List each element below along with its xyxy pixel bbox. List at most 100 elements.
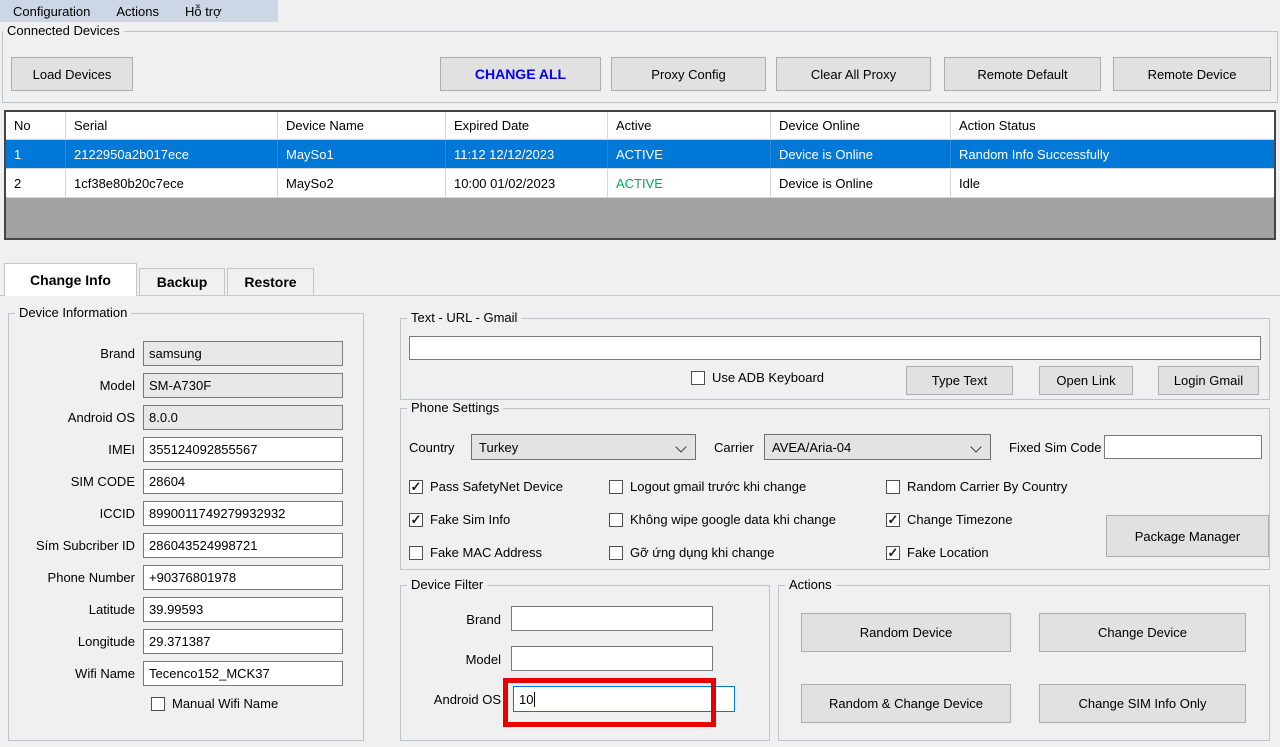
change-device-button[interactable]: Change Device — [1039, 613, 1246, 652]
iccid-input[interactable]: 8990011749279932932 — [143, 501, 343, 526]
header-cell-serial[interactable]: Serial — [66, 112, 278, 139]
latitude-input[interactable]: 39.99593 — [143, 597, 343, 622]
country-select-value: Turkey — [479, 440, 518, 455]
filter-android-os-value: 10 — [519, 692, 533, 707]
text-url-gmail-group-label: Text - URL - Gmail — [407, 310, 521, 325]
open-link-button[interactable]: Open Link — [1039, 366, 1133, 395]
tab-backup[interactable]: Backup — [139, 268, 225, 295]
login-gmail-button[interactable]: Login Gmail — [1158, 366, 1259, 395]
fake-location-checkbox[interactable]: Fake Location — [886, 545, 989, 560]
header-cell-no[interactable]: No — [6, 112, 66, 139]
clear-all-proxy-button[interactable]: Clear All Proxy — [776, 57, 931, 91]
khong-wipe-google-data-checkbox[interactable]: Không wipe google data khi change — [609, 512, 836, 527]
model-input[interactable]: SM-A730F — [143, 373, 343, 398]
fake-mac-address-checkbox-box — [409, 546, 423, 560]
table-header: No Serial Device Name Expired Date Activ… — [6, 112, 1274, 140]
remote-device-button[interactable]: Remote Device — [1113, 57, 1271, 91]
wifi-name-input[interactable]: Tecenco152_MCK37 — [143, 661, 343, 686]
pass-safetynet-checkbox-label: Pass SafetyNet Device — [430, 479, 563, 494]
cell-device-name: MaySo1 — [278, 140, 446, 168]
phone-number-input[interactable]: +90376801978 — [143, 565, 343, 590]
pass-safetynet-checkbox-box — [409, 480, 423, 494]
go-ung-dung-checkbox[interactable]: Gỡ ứng dụng khi change — [609, 545, 774, 560]
menu-item-ho-tro[interactable]: Hỗ trợ — [172, 0, 235, 22]
imei-input[interactable]: 355124092855567 — [143, 437, 343, 462]
brand-label: Brand — [15, 346, 143, 361]
fixed-sim-code-label: Fixed Sim Code — [1009, 440, 1101, 455]
carrier-select-value: AVEA/Aria-04 — [772, 440, 851, 455]
text-url-input[interactable] — [409, 336, 1261, 360]
fake-location-checkbox-box — [886, 546, 900, 560]
field-row-sim-code: SIM CODE 28604 — [15, 469, 343, 494]
chevron-down-icon — [675, 441, 686, 452]
phone-number-label: Phone Number — [15, 570, 143, 585]
filter-model-input[interactable] — [511, 646, 713, 671]
proxy-config-button[interactable]: Proxy Config — [611, 57, 766, 91]
khong-wipe-google-data-checkbox-label: Không wipe google data khi change — [630, 512, 836, 527]
cell-no: 1 — [6, 140, 66, 168]
manual-wifi-checkbox-box — [151, 697, 165, 711]
header-cell-device-online[interactable]: Device Online — [771, 112, 951, 139]
random-change-device-button[interactable]: Random & Change Device — [801, 684, 1011, 723]
tab-restore[interactable]: Restore — [227, 268, 314, 295]
fake-sim-info-checkbox[interactable]: Fake Sim Info — [409, 512, 510, 527]
model-label: Model — [15, 378, 143, 393]
longitude-input[interactable]: 29.371387 — [143, 629, 343, 654]
logout-gmail-checkbox[interactable]: Logout gmail trước khi change — [609, 479, 806, 494]
connected-devices-group-label: Connected Devices — [3, 23, 124, 38]
tabstrip-divider — [0, 295, 1280, 296]
carrier-select[interactable]: AVEA/Aria-04 — [764, 434, 991, 460]
field-row-longitude: Longitude 29.371387 — [15, 629, 343, 654]
brand-input[interactable]: samsung — [143, 341, 343, 366]
random-device-button[interactable]: Random Device — [801, 613, 1011, 652]
change-sim-info-only-button[interactable]: Change SIM Info Only — [1039, 684, 1246, 723]
remote-default-button[interactable]: Remote Default — [944, 57, 1101, 91]
table-empty-area — [6, 198, 1274, 238]
header-cell-device-name[interactable]: Device Name — [278, 112, 446, 139]
field-row-sim-subscriber: Sím Subcriber ID 286043524998721 — [15, 533, 343, 558]
cell-device-online: Device is Online — [771, 140, 951, 168]
menu-item-actions[interactable]: Actions — [103, 0, 172, 22]
filter-brand-label: Brand — [421, 612, 501, 627]
cell-active: ACTIVE — [608, 140, 771, 168]
random-carrier-checkbox[interactable]: Random Carrier By Country — [886, 479, 1067, 494]
country-label: Country — [409, 440, 455, 455]
header-cell-expired-date[interactable]: Expired Date — [446, 112, 608, 139]
pass-safetynet-checkbox[interactable]: Pass SafetyNet Device — [409, 479, 563, 494]
device-filter-group: Device Filter Brand Model Android OS 10 — [400, 585, 770, 741]
fake-location-checkbox-label: Fake Location — [907, 545, 989, 560]
device-information-group-label: Device Information — [15, 305, 131, 320]
cell-active: ACTIVE — [608, 169, 771, 197]
text-caret — [534, 692, 535, 707]
sim-subscriber-input[interactable]: 286043524998721 — [143, 533, 343, 558]
field-row-model: Model SM-A730F — [15, 373, 343, 398]
type-text-button[interactable]: Type Text — [906, 366, 1013, 395]
device-filter-group-label: Device Filter — [407, 577, 487, 592]
random-carrier-checkbox-label: Random Carrier By Country — [907, 479, 1067, 494]
fixed-sim-code-input[interactable] — [1104, 435, 1262, 459]
filter-brand-input[interactable] — [511, 606, 713, 631]
fake-mac-address-checkbox[interactable]: Fake MAC Address — [409, 545, 542, 560]
country-select[interactable]: Turkey — [471, 434, 696, 460]
header-cell-active[interactable]: Active — [608, 112, 771, 139]
header-cell-action-status[interactable]: Action Status — [951, 112, 1274, 139]
sim-code-input[interactable]: 28604 — [143, 469, 343, 494]
change-all-button[interactable]: CHANGE ALL — [440, 57, 601, 91]
connected-devices-group: Connected Devices Load Devices CHANGE AL… — [2, 31, 1278, 103]
tab-change-info[interactable]: Change Info — [4, 263, 137, 296]
change-timezone-checkbox[interactable]: Change Timezone — [886, 512, 1013, 527]
device-row-2[interactable]: 2 1cf38e80b20c7ece MaySo2 10:00 01/02/20… — [6, 169, 1274, 198]
load-devices-button[interactable]: Load Devices — [11, 57, 133, 91]
fake-mac-address-checkbox-label: Fake MAC Address — [430, 545, 542, 560]
device-row-1[interactable]: 1 2122950a2b017ece MaySo1 11:12 12/12/20… — [6, 140, 1274, 169]
sim-code-label: SIM CODE — [15, 474, 143, 489]
android-os-input[interactable]: 8.0.0 — [143, 405, 343, 430]
fake-sim-info-checkbox-box — [409, 513, 423, 527]
menu-item-configuration[interactable]: Configuration — [0, 0, 103, 22]
cell-expired-date: 11:12 12/12/2023 — [446, 140, 608, 168]
package-manager-button[interactable]: Package Manager — [1106, 515, 1269, 557]
phone-settings-group: Phone Settings Country Turkey Carrier AV… — [400, 408, 1270, 570]
manual-wifi-checkbox[interactable]: Manual Wifi Name — [151, 696, 278, 711]
filter-android-os-input[interactable]: 10 — [513, 686, 735, 712]
use-adb-keyboard-checkbox[interactable]: Use ADB Keyboard — [691, 370, 824, 385]
